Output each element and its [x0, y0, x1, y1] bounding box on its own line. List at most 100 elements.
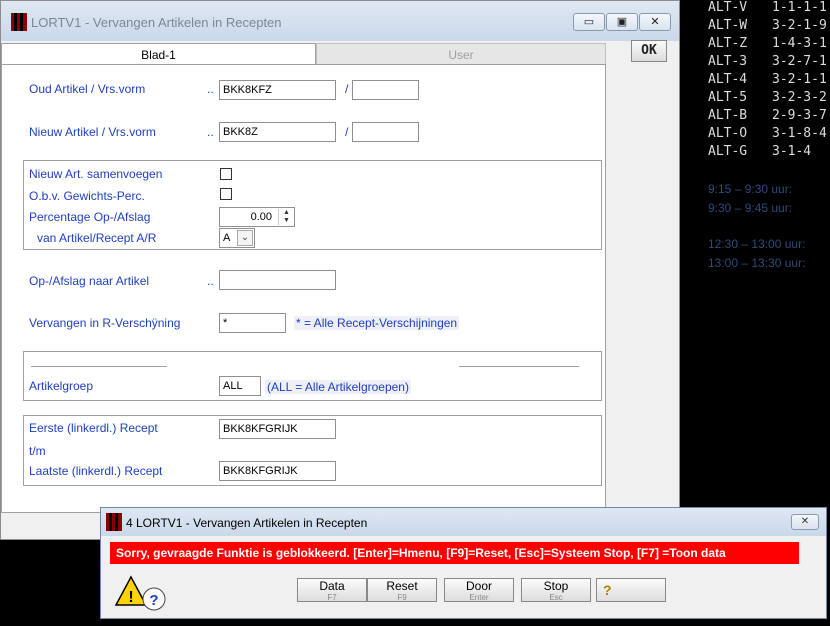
oud-artikel-input[interactable]: BKK8KFZ — [219, 80, 336, 100]
maximize-button[interactable]: ▣ — [606, 13, 638, 31]
samenvoegen-label: Nieuw Art. samenvoegen — [29, 167, 163, 181]
dots: .. — [207, 274, 214, 288]
svg-text:?: ? — [149, 592, 158, 609]
spin-up-icon[interactable]: ▲ — [279, 209, 294, 217]
hotkey-row: ALT-3 3-2-7-1 — [708, 54, 830, 72]
hotkey-key: ALT-G — [708, 144, 748, 159]
artikelgroep-note: (ALL = Alle Artikelgroepen) — [265, 380, 411, 394]
slash: / — [345, 82, 349, 96]
reset-button-key: F9 — [397, 593, 407, 602]
reset-button-label: Reset — [386, 579, 418, 593]
main-window: LORTV1 - Vervangen Artikelen in Recepten… — [0, 0, 680, 540]
window-title: LORTV1 - Vervangen Artikelen in Recepten — [31, 15, 282, 30]
laatste-recept-input[interactable]: BKK8KFGRIJK — [219, 461, 336, 481]
van-artikel-label: van Artikel/Recept A/R — [37, 231, 157, 245]
warning-help-icon: ! ? — [114, 575, 166, 611]
hotkey-value: 3-2-7-1 — [772, 54, 827, 69]
time-slot: 9:30 – 9:45 uur: — [708, 201, 793, 215]
vervangen-input[interactable]: * — [219, 313, 286, 333]
hotkey-row: ALT-O 3-1-8-4 — [708, 126, 830, 144]
gewicht-label: O.b.v. Gewichts-Perc. — [29, 189, 145, 203]
nieuw-vrsvorm-input[interactable] — [352, 122, 419, 142]
dots: .. — [207, 125, 214, 139]
hotkey-row: ALT-B 2-9-3-7 — [708, 108, 830, 126]
hotkey-row: ALT-V 1-1-1-1 — [708, 0, 830, 18]
opafslag-label: Op-/Afslag naar Artikel — [29, 274, 150, 288]
gewicht-checkbox[interactable] — [220, 188, 232, 200]
stop-button-label: Stop — [543, 579, 569, 593]
hotkey-key: ALT-O — [708, 126, 748, 141]
svg-text:!: ! — [128, 589, 133, 606]
dialog-title: 4 LORTV1 - Vervangen Artikelen in Recept… — [126, 516, 368, 530]
stop-button-key: Esc — [549, 593, 563, 602]
hotkey-row: ALT-G 3-1-4 — [708, 144, 830, 162]
hotkey-row: ALT-W 3-2-1-9 — [708, 18, 830, 36]
divider — [31, 366, 167, 367]
data-button-key: F7 — [327, 593, 337, 602]
hotkey-row: ALT-5 3-2-3-2 — [708, 90, 830, 108]
opafslag-input[interactable] — [219, 270, 336, 290]
question-icon: ? — [603, 582, 612, 598]
nieuw-artikel-label: Nieuw Artikel / Vrs.vorm — [29, 125, 156, 139]
blocked-function-dialog: 4 LORTV1 - Vervangen Artikelen in Recept… — [100, 507, 827, 619]
hotkey-key: ALT-Z — [708, 36, 748, 51]
hotkey-key: ALT-V — [708, 0, 748, 15]
door-button[interactable]: Door Enter — [444, 578, 514, 602]
app-logo-icon — [11, 13, 27, 31]
divider — [459, 366, 579, 367]
slash: / — [345, 125, 349, 139]
tab-blad-1[interactable]: Blad-1 — [1, 43, 316, 65]
time-slot: 12:30 – 13:00 uur: — [708, 237, 806, 251]
minimize-button[interactable]: ▭ — [573, 13, 605, 31]
percentage-label: Percentage Op-/Afslag — [29, 210, 151, 224]
hotkey-key: ALT-3 — [708, 54, 748, 69]
dots: .. — [207, 82, 214, 96]
stop-button[interactable]: Stop Esc — [521, 578, 591, 602]
hotkey-value: 1-4-3-1 — [772, 36, 827, 51]
dialog-title-bar: 4 LORTV1 - Vervangen Artikelen in Recept… — [101, 508, 826, 536]
app-logo-icon — [106, 513, 122, 531]
ok-button[interactable]: OK — [631, 40, 667, 62]
spin-down-icon[interactable]: ▼ — [279, 217, 294, 225]
nieuw-artikel-input[interactable]: BKK8Z — [219, 122, 336, 142]
vervangen-note: * = Alle Recept-Verschijningen — [294, 316, 460, 330]
form-panel: Oud Artikel / Vrs.vorm .. BKK8KFZ / Nieu… — [1, 64, 606, 513]
chevron-down-icon[interactable]: ⌄ — [237, 230, 253, 246]
time-slot: 13:00 – 13:30 uur: — [708, 256, 806, 270]
hotkey-value: 3-2-3-2 — [772, 90, 827, 105]
eerste-recept-input[interactable]: BKK8KFGRIJK — [219, 419, 336, 439]
tm-label: t/m — [29, 444, 46, 458]
hotkey-value: 2-9-3-7 — [772, 108, 827, 123]
hotkey-key: ALT-5 — [708, 90, 748, 105]
time-slot: 9:15 – 9:30 uur: — [708, 182, 793, 196]
oud-artikel-label: Oud Artikel / Vrs.vorm — [29, 82, 146, 96]
data-button[interactable]: Data F7 — [297, 578, 367, 602]
hotkey-row: ALT-Z 1-4-3-1 — [708, 36, 830, 54]
reset-button[interactable]: Reset F9 — [367, 578, 437, 602]
close-button[interactable]: ✕ — [639, 13, 671, 31]
samenvoegen-checkbox[interactable] — [220, 168, 232, 180]
door-button-label: Door — [465, 579, 492, 593]
data-button-label: Data — [319, 579, 345, 593]
hotkey-value: 3-1-8-4 — [772, 126, 827, 141]
hotkey-row: ALT-4 3-2-1-1 — [708, 72, 830, 90]
oud-vrsvorm-input[interactable] — [352, 80, 419, 100]
dialog-close-button[interactable]: ✕ — [791, 514, 819, 530]
door-button-key: Enter — [469, 593, 489, 602]
laatste-recept-label: Laatste (linkerdl.) Recept — [29, 464, 163, 478]
error-message: Sorry, gevraagde Funktie is geblokkeerd.… — [110, 542, 799, 564]
hotkey-value: 1-1-1-1 — [772, 0, 827, 15]
help-button[interactable]: ? — [596, 578, 666, 602]
hotkey-key: ALT-W — [708, 18, 748, 33]
artikelgroep-label: Artikelgroep — [29, 379, 94, 393]
hotkey-key: ALT-B — [708, 108, 748, 123]
artikelgroep-input[interactable]: ALL — [219, 376, 261, 396]
hotkey-value: 3-1-4 — [772, 144, 812, 159]
hotkey-value: 3-2-1-1 — [772, 72, 827, 87]
vervangen-label: Vervangen in R-Verschÿning — [29, 316, 181, 330]
title-bar: LORTV1 - Vervangen Artikelen in Recepten… — [1, 1, 679, 41]
hotkey-value: 3-2-1-9 — [772, 18, 827, 33]
tab-user[interactable]: User — [316, 43, 606, 65]
percentage-spinner[interactable]: ▲ ▼ — [278, 209, 294, 225]
hotkey-key: ALT-4 — [708, 72, 748, 87]
